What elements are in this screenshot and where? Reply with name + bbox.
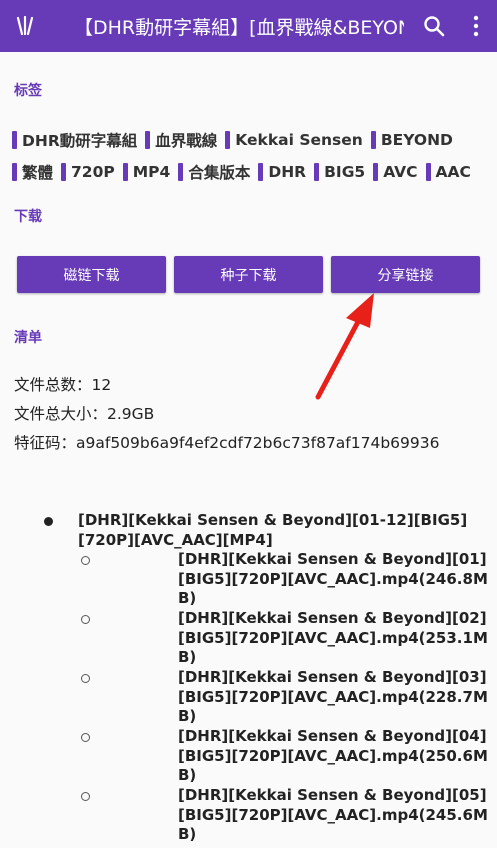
file-bullet-icon: [81, 556, 90, 565]
file-name: [DHR][Kekkai Sensen & Beyond][05][BIG5][…: [178, 786, 488, 843]
section-title-tags: 标签: [14, 83, 42, 99]
search-icon[interactable]: [416, 8, 452, 44]
tag-label: AAC: [435, 163, 471, 181]
tag-bar: [370, 131, 376, 149]
tag-label: AVC: [383, 163, 418, 181]
section-title-download: 下载: [14, 209, 42, 225]
tag-item[interactable]: DHR動研字幕組: [12, 129, 137, 151]
tag-bar: [12, 131, 17, 149]
tag-label: BEYOND: [380, 131, 453, 149]
file-name: [DHR][Kekkai Sensen & Beyond][02][BIG5][…: [178, 609, 488, 666]
tag-item[interactable]: 720P: [61, 163, 115, 181]
torrent-download-button[interactable]: 种子下载: [174, 256, 323, 293]
annotation-arrow: [315, 293, 374, 400]
tag-item[interactable]: BEYOND: [370, 131, 453, 149]
tag-item[interactable]: DHR: [258, 163, 306, 181]
tag-bar: [145, 131, 151, 149]
tag-bar: [425, 163, 431, 181]
file-bullet-icon: [81, 674, 90, 683]
more-vert-icon[interactable]: [462, 8, 490, 44]
file-bullet-icon: [81, 792, 90, 801]
page-title: 【DHR動研字幕組】[血界戰線&BEYOND]...: [74, 16, 404, 39]
info-hash: 特征码：a9af509b6a9f4ef2cdf72b6c73f87af174b6…: [14, 434, 440, 452]
file-bullet-icon: [81, 733, 90, 742]
tag-bar: [122, 163, 128, 181]
share-link-button[interactable]: 分享链接: [331, 256, 480, 293]
tag-label: 720P: [71, 163, 115, 181]
tag-label: 繁體: [22, 164, 54, 182]
file-name: [DHR][Kekkai Sensen & Beyond][03][BIG5][…: [178, 668, 488, 725]
folder-name: [DHR][Kekkai Sensen & Beyond][01-12][BIG…: [78, 511, 468, 549]
tag-label: Kekkai Sensen: [235, 131, 363, 149]
tag-bar: [225, 131, 231, 149]
folder-bullet-icon: [44, 517, 53, 526]
tag-item[interactable]: Kekkai Sensen: [225, 131, 363, 149]
tag-bar: [178, 163, 184, 181]
tag-item[interactable]: BIG5: [314, 163, 365, 181]
file-count: 文件总数：12: [14, 376, 112, 394]
app-logo-icon[interactable]: [0, 0, 52, 52]
tag-row-1: DHR動研字幕組 血界戰線 Kekkai Sensen BEYOND: [12, 124, 492, 156]
tag-list: DHR動研字幕組 血界戰線 Kekkai Sensen BEYOND 繁體 72…: [12, 124, 492, 188]
tag-bar: [314, 163, 320, 181]
tag-item[interactable]: AVC: [373, 163, 418, 181]
tag-label: 合集版本: [188, 164, 251, 182]
tag-item[interactable]: 血界戰線: [145, 129, 217, 151]
tag-label: 血界戰線: [155, 132, 218, 150]
tag-item[interactable]: 合集版本: [178, 161, 250, 183]
tag-label: MP4: [132, 163, 171, 181]
tag-label: DHR: [268, 163, 307, 181]
tag-bar: [61, 163, 67, 181]
app-bar: 【DHR動研字幕組】[血界戰線&BEYOND]...: [0, 0, 497, 52]
magnet-download-button[interactable]: 磁链下载: [17, 256, 166, 293]
tag-item[interactable]: AAC: [425, 163, 471, 181]
tag-row-2: 繁體 720P MP4 合集版本 DHR BIG5 AVC AAC: [12, 156, 492, 188]
file-name: [DHR][Kekkai Sensen & Beyond][04][BIG5][…: [178, 727, 488, 784]
section-title-list: 清单: [14, 330, 42, 346]
tag-bar: [373, 163, 379, 181]
tag-item[interactable]: MP4: [122, 163, 171, 181]
file-bullet-icon: [81, 615, 90, 624]
total-size: 文件总大小：2.9GB: [14, 405, 155, 423]
file-name: [DHR][Kekkai Sensen & Beyond][01][BIG5][…: [178, 550, 488, 607]
tag-bar: [12, 163, 17, 181]
tag-label: BIG5: [324, 163, 366, 181]
tag-bar: [258, 163, 264, 181]
tag-label: DHR動研字幕組: [22, 132, 138, 150]
tag-item[interactable]: 繁體: [12, 161, 53, 183]
